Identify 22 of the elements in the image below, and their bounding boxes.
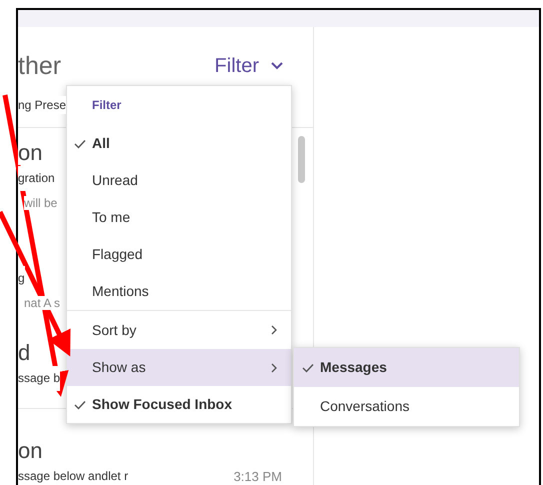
menu-item[interactable]: To me <box>67 199 291 236</box>
check-icon <box>302 362 314 372</box>
message-preview: nat A s <box>24 296 60 310</box>
menu-item[interactable]: Flagged <box>67 236 291 273</box>
menu-item[interactable]: Show Focused Inbox <box>67 386 291 423</box>
menu-item[interactable]: Mentions <box>67 273 291 310</box>
scrollbar-thumb[interactable] <box>298 136 305 183</box>
message-subject: gration <box>18 166 55 191</box>
chevron-down-icon <box>271 62 283 70</box>
check-icon <box>74 400 86 410</box>
menu-item[interactable]: Show as <box>67 349 291 386</box>
menu-item[interactable]: Unread <box>67 162 291 199</box>
message-preview: will be <box>24 196 58 210</box>
chevron-right-icon <box>271 362 277 372</box>
menu-heading: Filter <box>92 98 122 112</box>
message-subject: ssage b <box>18 366 60 391</box>
menu-item[interactable]: Messages <box>294 348 519 387</box>
filter-button[interactable]: Filter <box>214 51 283 81</box>
check-icon <box>74 138 86 148</box>
menu-item[interactable]: All <box>67 125 291 162</box>
menu-item[interactable]: Conversations <box>294 387 519 426</box>
chevron-right-icon <box>271 325 277 335</box>
